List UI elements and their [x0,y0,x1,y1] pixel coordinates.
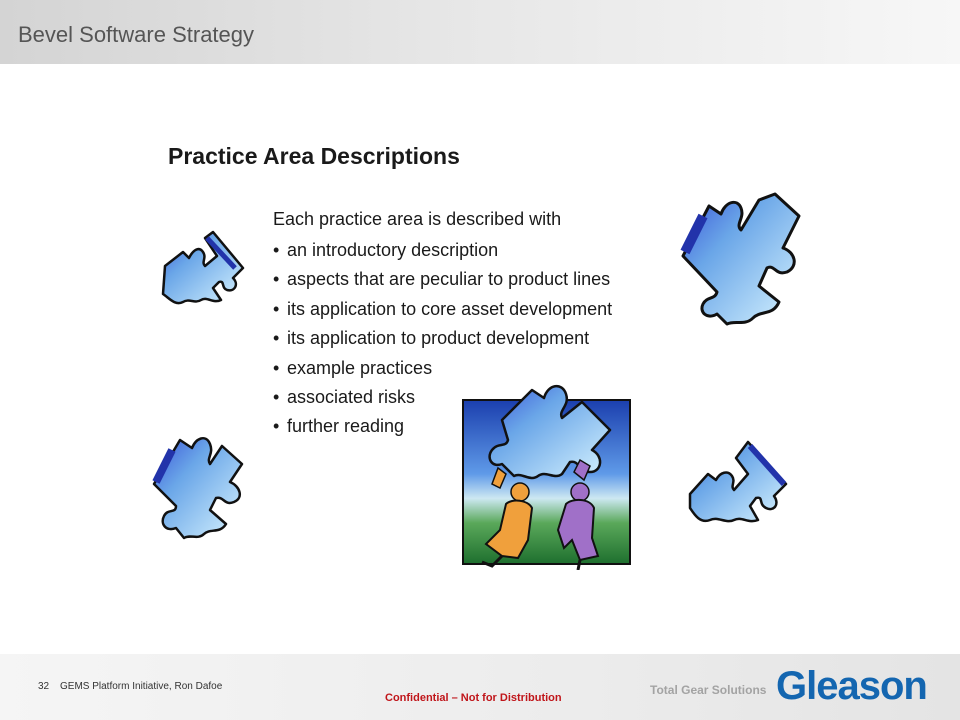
bullet-text: its application to product development [287,328,590,349]
bullet-text: its application to core asset developmen… [287,298,613,319]
company-logo: Gleason [776,664,928,708]
intro-text: Each practice area is described with [273,209,562,229]
presenter-text: GEMS Platform Initiative, Ron Dafoe [60,681,223,692]
page-number: 32 [38,681,50,692]
bullet-text: associated risks [287,386,416,407]
puzzle-piece-icon [688,440,788,523]
bullet-glyph: • [273,298,280,319]
bullet-glyph: • [273,328,280,349]
section-heading: Practice Area Descriptions [168,143,460,169]
bullet-item: • its application to product development [273,326,612,355]
bullet-text: example practices [287,357,433,378]
bullet-glyph: • [273,240,280,260]
bullet-text: further reading [287,416,405,437]
company-tagline: Total Gear Solutions [650,683,767,697]
bullet-glyph: • [273,386,280,407]
puzzle-piece-icon [161,230,245,305]
puzzle-piece-icon [680,192,801,326]
slide-title: Bevel Software Strategy [18,22,255,47]
people-holding-puzzle-icon [462,385,631,570]
puzzle-piece-icon [152,436,244,540]
bullet-glyph: • [273,357,280,378]
bullet-glyph: • [273,269,280,290]
bullet-text: an introductory description [287,240,499,260]
bullet-text: aspects that are peculiar to product lin… [287,269,611,290]
bullet-item: • its application to core asset developme… [273,297,612,326]
bullet-glyph: • [273,416,280,437]
confidential-notice: Confidential – Not for Distribution [385,692,562,704]
bullet-item: • aspects that are peculiar to product li… [273,267,612,296]
bullet-item: • an introductory description [273,238,612,267]
slide-header: Bevel Software Strategy [0,0,960,64]
